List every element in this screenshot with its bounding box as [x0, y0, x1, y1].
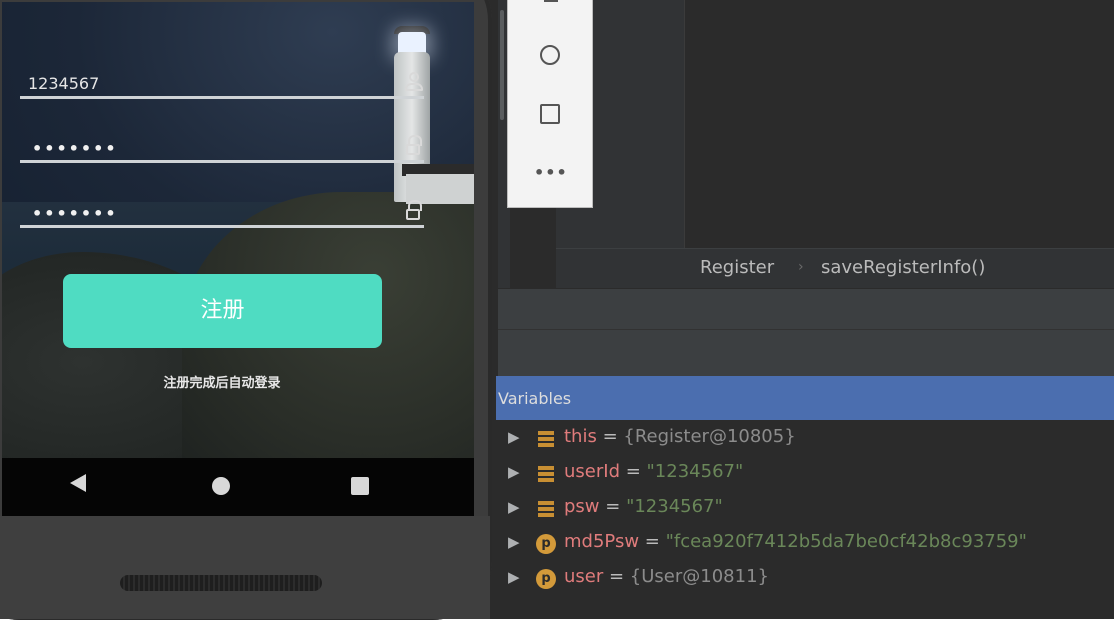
- variable-row[interactable]: ▶ psw = "1234567": [496, 494, 1114, 524]
- parameter-icon: p: [536, 534, 556, 554]
- speaker-grille: [120, 575, 322, 591]
- expand-arrow-icon[interactable]: ▶: [508, 463, 520, 481]
- user-id-input[interactable]: 1234567: [28, 74, 99, 93]
- user-id-underline: [20, 96, 424, 99]
- field-icon: [538, 431, 554, 447]
- editor-scrollbar-thumb[interactable]: [500, 10, 504, 120]
- phone-screen: 1234567 ••••••• ••••••• 注册 注册完成后自动登录: [2, 2, 474, 516]
- variable-equals: =: [603, 566, 630, 587]
- variable-value: {Register@10805}: [623, 426, 796, 447]
- breadcrumb-separator: ›: [798, 259, 804, 275]
- password-input[interactable]: •••••••: [32, 139, 118, 158]
- variables-panel-header: [496, 376, 1114, 420]
- variable-value: "fcea920f7412b5da7be0cf42b8c93759": [665, 531, 1027, 552]
- expand-arrow-icon[interactable]: ▶: [508, 498, 520, 516]
- variable-value: {User@10811}: [629, 566, 769, 587]
- variable-name: user: [564, 566, 604, 587]
- user-icon: [404, 72, 424, 94]
- register-button[interactable]: 注册: [63, 274, 382, 348]
- variable-equals: =: [599, 496, 627, 517]
- variable-row[interactable]: ▶ p user = {User@10811}: [496, 564, 1114, 594]
- variable-row[interactable]: ▶ p md5Psw = "fcea920f7412b5da7be0cf42b8…: [496, 529, 1114, 559]
- back-triangle-icon[interactable]: [70, 474, 86, 492]
- password-underline: [20, 160, 424, 163]
- field-icon: [538, 501, 554, 517]
- variables-panel-title: Variables: [498, 389, 572, 408]
- lighthouse-lamp: [398, 32, 426, 54]
- breadcrumb-method[interactable]: saveRegisterInfo(): [821, 257, 985, 278]
- home-circle-icon[interactable]: [212, 477, 230, 495]
- parameter-icon: p: [536, 569, 556, 589]
- code-editor[interactable]: [685, 0, 1114, 248]
- variable-name: psw: [564, 496, 600, 517]
- variable-equals: =: [639, 531, 666, 552]
- expand-arrow-icon[interactable]: ▶: [508, 533, 520, 551]
- variable-equals: =: [620, 461, 647, 482]
- debug-frames-bar: [498, 329, 1114, 376]
- variable-value: "1234567": [626, 496, 723, 517]
- variable-name: this: [564, 426, 597, 447]
- phone-chin: [0, 516, 490, 619]
- confirm-password-input[interactable]: •••••••: [32, 204, 118, 223]
- more-icon[interactable]: •••: [534, 163, 568, 182]
- zoom-icon[interactable]: [544, 0, 558, 2]
- variable-row[interactable]: ▶ this = {Register@10805}: [496, 424, 1114, 454]
- field-icon: [538, 466, 554, 482]
- variable-name: userId: [564, 461, 620, 482]
- lock-icon: [404, 135, 424, 157]
- debug-toolbar: [498, 288, 1114, 329]
- lock-icon: [404, 200, 424, 222]
- variable-row[interactable]: ▶ userId = "1234567": [496, 459, 1114, 489]
- circle-icon[interactable]: [540, 45, 560, 65]
- expand-arrow-icon[interactable]: ▶: [508, 568, 520, 586]
- confirm-password-underline: [20, 225, 424, 228]
- recent-square-icon[interactable]: [351, 477, 369, 495]
- square-icon[interactable]: [540, 104, 560, 124]
- variable-name: md5Psw: [564, 531, 640, 552]
- variables-list: ▶ this = {Register@10805} ▶ userId = "12…: [496, 420, 1114, 619]
- breadcrumb-class[interactable]: Register: [700, 257, 774, 278]
- variable-value: "1234567": [646, 461, 744, 482]
- expand-arrow-icon[interactable]: ▶: [508, 428, 520, 446]
- variable-equals: =: [596, 426, 624, 447]
- auto-login-hint: 注册完成后自动登录: [163, 376, 281, 391]
